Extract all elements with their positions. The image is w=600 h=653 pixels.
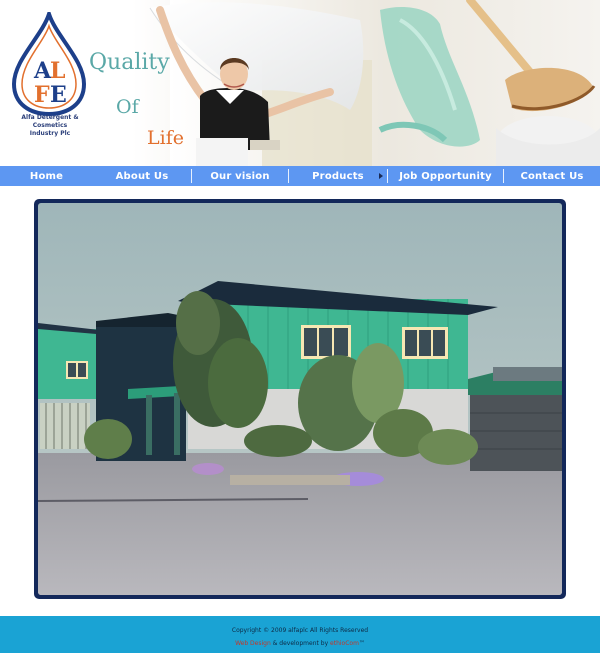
- submenu-arrow-icon: [379, 173, 383, 179]
- credit-tail: ™: [358, 640, 365, 647]
- slogan-quality: Quality: [89, 50, 170, 75]
- nav-home[interactable]: Home: [0, 166, 93, 186]
- nav-our-vision[interactable]: Our vision: [192, 166, 288, 186]
- nav-job-opportunity[interactable]: Job Opportunity: [388, 166, 503, 186]
- tagline-line-1: Alfa Detergent & Cosmetics: [21, 114, 79, 129]
- svg-text:E: E: [50, 82, 67, 108]
- main-nav: Home About Us Our vision Products Job Op…: [0, 166, 600, 186]
- web-design-link[interactable]: Web Design: [235, 640, 271, 647]
- company-tagline: Alfa Detergent & Cosmetics Industry Plc: [12, 114, 88, 138]
- credit-middle: & development by: [270, 640, 331, 647]
- banner-photo: [149, 0, 600, 166]
- nav-about-us[interactable]: About Us: [93, 166, 191, 186]
- svg-text:F: F: [34, 82, 50, 108]
- slogan-life: Life: [147, 127, 184, 149]
- copyright-text: Copyright © 2009 alfaplc All Rights Rese…: [231, 627, 369, 634]
- factory-building-photo: [38, 203, 562, 595]
- nav-products-label: Products: [312, 170, 364, 182]
- nav-contact-us[interactable]: Contact Us: [504, 166, 600, 186]
- tagline-line-2: Industry Plc: [29, 130, 71, 137]
- svg-text:L: L: [50, 58, 65, 84]
- nav-products[interactable]: Products: [289, 166, 387, 186]
- logo-drop-icon: A L F E: [11, 7, 87, 117]
- header-banner: A L F E Alfa Detergent & Cosmetics Indus…: [0, 0, 600, 166]
- footer: Copyright © 2009 alfaplc All Rights Rese…: [0, 616, 600, 653]
- main-photo-frame: [34, 199, 566, 599]
- credit-text: Web Design & development by ethioCom™: [0, 640, 600, 647]
- slogan-of: Of: [116, 96, 139, 118]
- developer-link[interactable]: ethioCom: [330, 640, 359, 647]
- page: A L F E Alfa Detergent & Cosmetics Indus…: [0, 0, 600, 653]
